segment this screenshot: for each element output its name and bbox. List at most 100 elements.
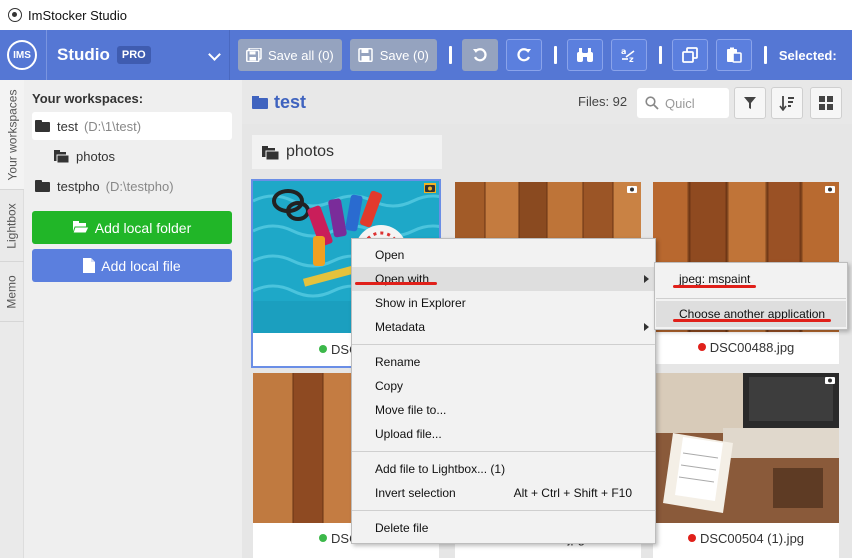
annotation-underline [673, 285, 756, 288]
menu-label: Invert selection [375, 486, 456, 500]
status-dot [697, 343, 706, 351]
avatar[interactable]: IMS [7, 40, 37, 70]
submenu-item-choose-another[interactable]: Choose another application [656, 301, 846, 327]
grid-view-button[interactable] [810, 87, 842, 119]
sidebar: Your workspaces: test (D:\1\test) photos… [24, 80, 242, 558]
folders-icon [262, 145, 280, 160]
add-file-label: Add local file [101, 257, 181, 274]
sort-az-icon: az [621, 47, 635, 64]
studio-label: Studio [57, 45, 110, 64]
save-all-button[interactable]: Save all (0) [238, 39, 342, 71]
toolbar: Save all (0) Save (0) az Selected: [230, 30, 837, 80]
toolbar-divider [448, 46, 452, 64]
menu-item-open[interactable]: Open [352, 243, 655, 267]
add-folder-label: Add local folder [94, 219, 192, 236]
menu-item-move-file-to[interactable]: Move file to... [352, 398, 655, 422]
vertical-tabs: Your workspaces Lightbox Memo [0, 80, 24, 558]
search-icon [645, 96, 659, 110]
sort-icon [779, 96, 794, 111]
menu-label: Upload file... [375, 427, 442, 441]
menu-label: Show in Explorer [375, 296, 466, 310]
menu-separator [656, 298, 846, 299]
folder-item-photos[interactable]: photos [54, 142, 224, 170]
app-logo-icon [8, 8, 22, 22]
search-input[interactable] [665, 95, 725, 111]
thumbnail-card[interactable]: DSC00504 (1).jpg [653, 373, 839, 558]
folder-open-icon [35, 120, 51, 132]
menu-label: jpeg: mspaint [679, 272, 751, 286]
main-header: test Files: 92 [242, 80, 852, 124]
menu-item-metadata[interactable]: Metadata [352, 315, 655, 339]
submenu-item-mspaint[interactable]: jpeg: mspaint [656, 266, 846, 292]
workspace-name: test [57, 118, 78, 134]
sort-button[interactable] [771, 87, 803, 119]
tab-label: Memo [5, 274, 19, 309]
pro-badge: PRO [116, 46, 151, 64]
workspace-name: testpho [57, 178, 100, 194]
status-dot [319, 345, 328, 353]
paste-button[interactable] [715, 39, 752, 71]
camera-icon [627, 186, 637, 193]
chevron-down-icon[interactable] [209, 50, 219, 60]
menu-label: Delete file [375, 521, 429, 535]
menu-item-show-in-explorer[interactable]: Show in Explorer [352, 291, 655, 315]
folder-name: photos [76, 148, 116, 164]
redo-icon [517, 48, 531, 62]
save-all-label: Save all (0) [268, 47, 334, 63]
thumbnail-caption: DSC00504 (1).jpg [653, 523, 839, 553]
tab-your-workspaces[interactable]: Your workspaces [0, 80, 24, 190]
find-button[interactable] [566, 39, 603, 71]
folders-icon [54, 150, 70, 163]
folder-chip-label: photos [286, 143, 335, 160]
menu-label: Move file to... [375, 403, 447, 417]
menu-label: Copy [375, 379, 404, 393]
redo-button[interactable] [505, 39, 542, 71]
menu-item-copy[interactable]: Copy [352, 374, 655, 398]
workspace-item-testpho[interactable]: testpho (D:\testpho) [32, 172, 232, 200]
toolbar-divider [763, 46, 767, 64]
save-label: Save (0) [379, 47, 429, 63]
header: IMS Studio PRO Save all (0) Save (0) az [0, 30, 852, 80]
menu-item-open-with[interactable]: Open with [352, 267, 655, 291]
menu-label: Open [375, 248, 405, 262]
filter-icon [744, 97, 756, 109]
tab-memo[interactable]: Memo [0, 262, 24, 322]
menu-item-add-to-lightbox[interactable]: Add file to Lightbox... (1) [352, 457, 655, 481]
selected-label: Selected: [778, 47, 837, 63]
filter-button[interactable] [734, 87, 766, 119]
workspace-item-test[interactable]: test (D:\1\test) [32, 112, 232, 140]
save-button[interactable]: Save (0) [349, 39, 437, 71]
workspace-path: (D:\testpho) [105, 178, 174, 194]
tab-lightbox[interactable]: Lightbox [0, 190, 24, 262]
menu-item-invert-selection[interactable]: Invert selection Alt + Ctrl + Shift + F10 [352, 481, 655, 505]
add-local-file-button[interactable]: Add local file [32, 249, 232, 282]
thumbnail-image [653, 373, 839, 523]
copy-icon [681, 47, 698, 63]
save-all-icon [246, 48, 262, 62]
copy-button[interactable] [671, 39, 708, 71]
search-box[interactable] [637, 88, 729, 118]
window-title: ImStocker Studio [28, 7, 127, 23]
studio-switcher[interactable]: IMS Studio PRO [0, 30, 230, 80]
menu-item-delete-file[interactable]: Delete file [352, 516, 655, 540]
camera-icon [825, 377, 835, 384]
folder-chip-photos[interactable]: photos [252, 135, 442, 169]
sort-az-button[interactable]: az [610, 39, 647, 71]
menu-label: Metadata [375, 320, 426, 334]
svg-text:a: a [621, 47, 626, 56]
tab-label: Lightbox [5, 202, 19, 249]
chevron-right-icon [644, 275, 649, 283]
menu-label: Add file to Lightbox... (1) [375, 462, 506, 476]
menu-item-upload-file[interactable]: Upload file... [352, 422, 655, 446]
binoculars-icon [576, 48, 593, 62]
workspace-title: test [252, 92, 306, 113]
file-name: DSC00488.jpg [709, 339, 795, 355]
annotation-underline [355, 282, 437, 285]
undo-button[interactable] [461, 39, 498, 71]
file-icon [83, 258, 96, 273]
files-count: Files: 92 [578, 94, 628, 109]
camera-icon [424, 183, 436, 193]
menu-item-rename[interactable]: Rename [352, 350, 655, 374]
add-local-folder-button[interactable]: Add local folder [32, 211, 232, 244]
paste-icon [726, 47, 742, 63]
